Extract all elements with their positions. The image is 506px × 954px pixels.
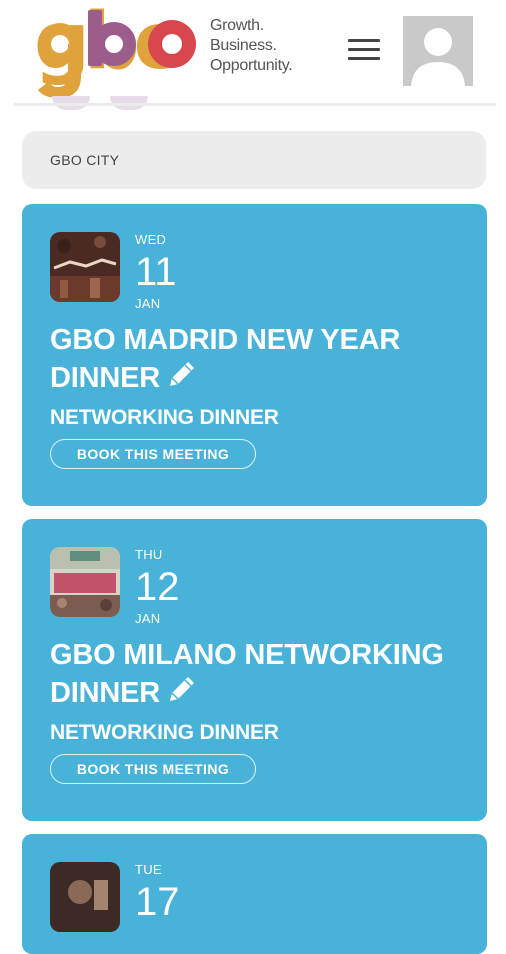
event-image-icon: [50, 862, 120, 932]
event-month: JAN: [135, 611, 161, 626]
tagline-line: Business.: [210, 37, 277, 54]
event-image-icon: [50, 547, 120, 617]
event-thumbnail: [50, 862, 120, 932]
event-category: NETWORKING DINNER: [50, 406, 279, 429]
hamburger-menu-button[interactable]: [346, 36, 382, 64]
city-filter-label: GBO CITY: [50, 152, 120, 168]
tagline-line: Opportunity.: [210, 57, 293, 74]
event-day-number: 12: [135, 565, 180, 609]
avatar-silhouette-icon: [411, 28, 465, 86]
event-day-of-week: THU: [135, 547, 163, 562]
book-meeting-button[interactable]: BOOK THIS MEETING: [50, 439, 256, 469]
event-title-text: GBO MADRID NEW YEAR DINNER: [50, 324, 401, 394]
event-day-of-week: TUE: [135, 862, 162, 877]
event-day-number: 17: [135, 880, 180, 924]
event-title-text: GBO MILANO NETWORKING DINNER: [50, 639, 444, 709]
gbo-logo[interactable]: gbo: [34, 6, 202, 100]
event-title[interactable]: GBO MADRID NEW YEAR DINNER: [50, 322, 470, 396]
hamburger-icon-bar: [348, 57, 380, 60]
hamburger-icon: [348, 39, 380, 42]
tagline-line: Growth.: [210, 17, 264, 34]
event-title[interactable]: GBO MILANO NETWORKING DINNER: [50, 637, 470, 711]
site-header: gbo Growth. Business. Opportunity.: [0, 0, 506, 104]
event-card[interactable]: WED 11 JAN GBO MADRID NEW YEAR DINNER NE…: [22, 204, 487, 506]
event-card[interactable]: TUE 17: [22, 834, 487, 954]
event-category: NETWORKING DINNER: [50, 721, 279, 744]
event-day-of-week: WED: [135, 232, 167, 247]
event-thumbnail: [50, 547, 120, 617]
city-filter-select[interactable]: GBO CITY: [22, 131, 486, 189]
book-meeting-button[interactable]: BOOK THIS MEETING: [50, 754, 256, 784]
user-avatar-icon[interactable]: [403, 16, 473, 86]
pencil-icon: [169, 677, 194, 701]
pencil-icon: [169, 362, 194, 386]
event-month: JAN: [135, 296, 161, 311]
event-thumbnail: [50, 232, 120, 302]
hamburger-icon-bar: [348, 48, 380, 51]
header-divider: [14, 103, 496, 106]
brand-tagline: Growth. Business. Opportunity.: [210, 16, 293, 76]
event-image-icon: [50, 232, 120, 302]
event-day-number: 11: [135, 250, 177, 294]
event-card[interactable]: THU 12 JAN GBO MILANO NETWORKING DINNER …: [22, 519, 487, 821]
